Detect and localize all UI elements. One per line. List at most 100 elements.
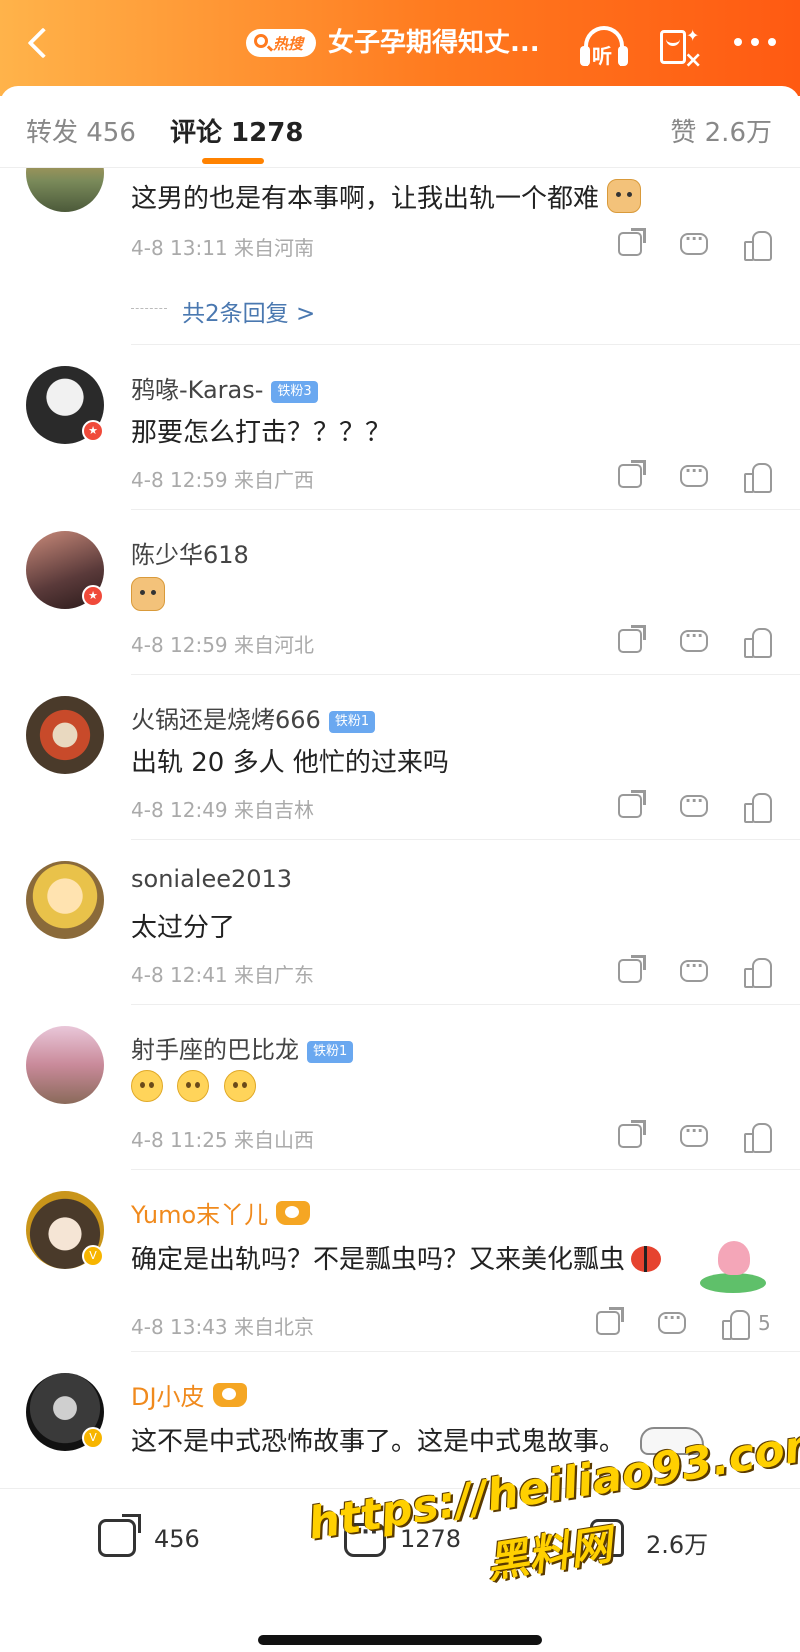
comment-count: 1278	[400, 1525, 462, 1553]
verified-badge-icon: V	[82, 1245, 104, 1267]
dog-sticker-icon	[640, 1417, 708, 1457]
comment-username[interactable]: 火锅还是烧烤666 铁粉1	[131, 700, 376, 735]
comment-text: 那要怎么打击？？？？	[131, 418, 392, 448]
comment-item: V DJ小皮 这不是中式恐怖故事了。这是中式鬼故事。	[0, 1351, 800, 1488]
comment-icon	[344, 1520, 386, 1557]
tab-comment[interactable]: 评论 1278	[170, 112, 303, 149]
member-badge-icon: ★	[82, 585, 104, 607]
avatar[interactable]	[26, 168, 104, 212]
lotus-sticker-icon	[700, 1227, 770, 1297]
fan-badge: 铁粉3	[271, 381, 318, 403]
ladybug-emoji-icon	[631, 1246, 662, 1272]
comment-username[interactable]: Yumo末丫儿	[131, 1195, 311, 1230]
username-label: 火锅还是烧烤666	[131, 706, 321, 734]
like-icon	[590, 1519, 624, 1557]
comment-item: 射手座的巴比龙 铁粉1 4-8 11:25 来自山西	[0, 1004, 800, 1169]
reply-icon[interactable]	[680, 461, 708, 487]
comment-meta: 4-8 13:11 来自河南	[131, 236, 315, 260]
share-icon[interactable]	[618, 460, 646, 488]
active-tab-indicator	[202, 158, 264, 164]
vip-crown-icon	[276, 1201, 311, 1225]
comment-item: sonialee2013 太过分了 4-8 12:41 来自广东	[0, 839, 800, 1004]
like-icon[interactable]	[744, 1123, 772, 1153]
verified-badge-icon: V	[82, 1427, 104, 1449]
tab-like[interactable]: 赞 2.6万	[670, 112, 772, 149]
username-label: 射手座的巴比龙	[131, 1036, 299, 1064]
like-icon[interactable]	[744, 628, 772, 658]
username-label: Yumo末丫儿	[131, 1201, 269, 1229]
comment-actions	[618, 955, 778, 988]
doge-emoji-icon	[131, 577, 165, 611]
reply-icon[interactable]	[658, 1308, 686, 1334]
share-icon[interactable]	[618, 1120, 646, 1148]
comment-text-content: 这男的也是有本事啊，让我出轨一个都难	[131, 184, 600, 214]
comment-actions	[618, 460, 778, 493]
comment-item: V Yumo末丫儿 确定是出轨吗？不是瓢虫吗？又来美化瓢虫 4-8 13:43 …	[0, 1169, 800, 1351]
page-title[interactable]: 女子孕期得知丈...	[328, 22, 558, 62]
comment-actions	[618, 228, 778, 261]
headphones-icon[interactable]: 听	[578, 20, 628, 70]
comment-list[interactable]: 这男的也是有本事啊，让我出轨一个都难 4-8 13:11 来自河南 共2条回复 …	[0, 168, 800, 1488]
fan-badge: 铁粉1	[328, 711, 376, 733]
like-count: 2.6万	[646, 1531, 709, 1559]
comment-username[interactable]: 鸦喙-Karas- 铁粉3	[131, 370, 318, 405]
doge-emoji-icon	[607, 179, 642, 213]
username-label: DJ小皮	[131, 1383, 205, 1411]
reply-icon[interactable]	[680, 956, 708, 982]
comment-username[interactable]: 射手座的巴比龙 铁粉1	[131, 1030, 354, 1065]
worried-face-emoji-icon	[177, 1070, 210, 1102]
like-icon[interactable]	[722, 1310, 750, 1340]
share-icon[interactable]	[618, 625, 646, 653]
comment-actions	[618, 1120, 778, 1153]
comment-text: 这男的也是有本事啊，让我出轨一个都难	[131, 178, 642, 215]
share-icon[interactable]	[618, 955, 646, 983]
share-icon[interactable]	[596, 1307, 624, 1335]
comment-text: 太过分了	[131, 913, 236, 943]
like-icon[interactable]	[744, 793, 772, 823]
reply-icon[interactable]	[680, 626, 708, 652]
comment-actions	[596, 1307, 756, 1340]
worried-face-emoji-icon	[223, 1070, 256, 1102]
hot-search-label: 热搜	[273, 35, 304, 53]
comment-meta: 4-8 13:43 来自北京	[131, 1315, 315, 1339]
reply-icon[interactable]	[680, 791, 708, 817]
hot-search-badge[interactable]: 热搜	[246, 29, 316, 57]
avatar[interactable]	[26, 1026, 104, 1104]
search-icon	[254, 34, 268, 48]
vip-crown-icon	[212, 1383, 247, 1407]
share-icon	[98, 1514, 141, 1557]
share-icon[interactable]	[618, 228, 646, 256]
comment-item: ★ 陈少华618 4-8 12:59 来自河北	[0, 509, 800, 674]
comment-actions	[618, 790, 778, 823]
username-label: 鸦喙-Karas-	[131, 376, 264, 404]
share-icon[interactable]	[618, 790, 646, 818]
comment-username[interactable]: sonialee2013	[131, 865, 292, 893]
back-arrow-icon[interactable]	[18, 22, 59, 66]
reply-icon[interactable]	[680, 1121, 708, 1147]
worried-face-emoji-icon	[131, 1070, 163, 1102]
comment-meta: 4-8 12:59 来自广西	[131, 468, 315, 492]
fan-badge: 铁粉1	[307, 1041, 354, 1063]
comment-item: 火锅还是烧烤666 铁粉1 出轨 20 多人 他忙的过来吗 4-8 12:49 来…	[0, 674, 800, 839]
reply-icon[interactable]	[680, 229, 708, 255]
comment-actions	[618, 625, 778, 658]
view-replies-link[interactable]: 共2条回复 >	[182, 294, 315, 328]
bottom-action-bar: 456 1278 2.6万	[0, 1488, 800, 1652]
red-packet-icon[interactable]: ✦ ×	[656, 22, 702, 73]
comment-meta: 4-8 12:41 来自广东	[131, 963, 315, 987]
avatar[interactable]	[26, 861, 104, 939]
comment-text-content: 确定是出轨吗？不是瓢虫吗？又来美化瓢虫	[131, 1245, 626, 1275]
top-header: 热搜 女子孕期得知丈... 听 ✦ ×	[0, 0, 800, 96]
like-icon[interactable]	[744, 958, 772, 988]
avatar[interactable]	[26, 696, 104, 774]
like-icon[interactable]	[744, 463, 772, 493]
comment-username[interactable]: 陈少华618	[131, 535, 249, 570]
comment-item: ★ 鸦喙-Karas- 铁粉3 那要怎么打击？？？？ 4-8 12:59 来自广西	[0, 344, 800, 509]
more-options-icon[interactable]	[732, 30, 778, 54]
like-count: 5	[758, 1311, 771, 1335]
like-icon[interactable]	[744, 231, 772, 261]
comment-text: 确定是出轨吗？不是瓢虫吗？又来美化瓢虫	[131, 1239, 662, 1276]
comment-username[interactable]: DJ小皮	[131, 1377, 247, 1412]
home-indicator[interactable]	[258, 1635, 542, 1645]
tab-repost[interactable]: 转发 456	[26, 112, 136, 149]
